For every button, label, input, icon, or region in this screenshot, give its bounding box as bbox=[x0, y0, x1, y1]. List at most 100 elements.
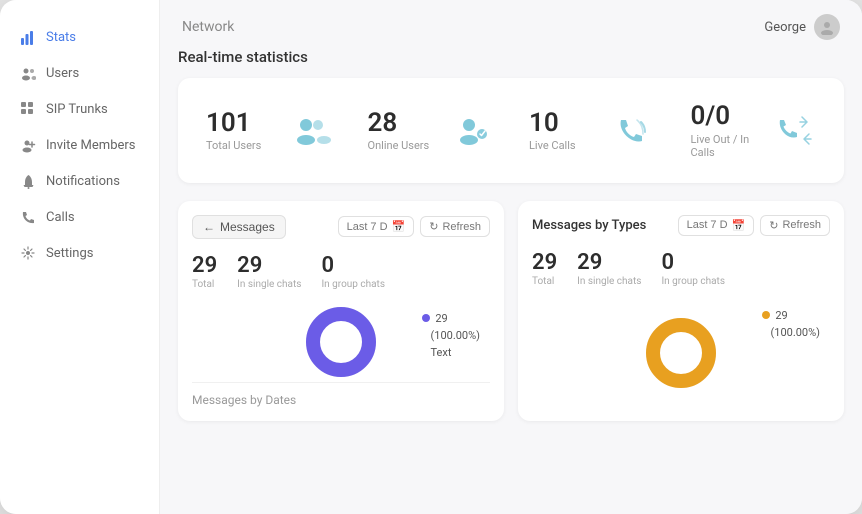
calls-stat-icon bbox=[613, 109, 655, 151]
legend-text-value: 29 bbox=[435, 312, 447, 325]
messages-date-filter[interactable]: Last 7 D 📅 bbox=[338, 216, 415, 237]
types-single-chats-number: 29 bbox=[577, 250, 641, 275]
sidebar-item-calls[interactable]: Calls bbox=[0, 200, 159, 234]
types-legend-dot bbox=[762, 311, 770, 319]
stat-card-live-calls: 10 Live Calls bbox=[517, 94, 667, 167]
online-users-label: Online Users bbox=[368, 139, 430, 152]
calendar-icon: 📅 bbox=[392, 220, 406, 233]
legend-pct-value: (100.00%) bbox=[422, 329, 480, 342]
live-out-in-label: Live Out / In Calls bbox=[691, 133, 775, 159]
online-users-number: 28 bbox=[368, 109, 430, 138]
topbar: Network George bbox=[160, 0, 862, 48]
messages-chart-area: 29 (100.00%) Text bbox=[192, 302, 490, 382]
types-total-number: 29 bbox=[532, 250, 557, 275]
stats-cards-row: 101 Total Users bbox=[178, 78, 844, 183]
messages-chart-legend: 29 (100.00%) Text bbox=[422, 312, 480, 359]
messages-date-label: Last 7 D bbox=[347, 221, 388, 233]
messages-refresh-button[interactable]: ↻ Refresh bbox=[420, 216, 490, 237]
sidebar-item-users[interactable]: Users bbox=[0, 56, 159, 90]
msg-total-number: 29 bbox=[192, 253, 217, 278]
types-legend-dot-row: 29 bbox=[762, 309, 820, 322]
live-calls-label: Live Calls bbox=[529, 139, 576, 152]
messages-panel-footer: Messages by Dates bbox=[192, 382, 490, 407]
user-plus-icon bbox=[20, 137, 36, 153]
types-single-chats-label: In single chats bbox=[577, 276, 641, 287]
types-chart-legend: 29 (100.00%) bbox=[762, 309, 820, 339]
messages-panel-title: Messages bbox=[220, 220, 275, 234]
msg-single-chats: 29 In single chats bbox=[237, 253, 301, 290]
live-calls-number: 10 bbox=[529, 109, 576, 138]
types-total: 29 Total bbox=[532, 250, 557, 287]
sidebar-item-calls-label: Calls bbox=[46, 210, 75, 225]
sidebar-item-notifications[interactable]: Notifications bbox=[0, 164, 159, 198]
sidebar-item-settings-label: Settings bbox=[46, 246, 93, 261]
online-stat-icon bbox=[451, 109, 493, 151]
types-legend-pct-value: (100.00%) bbox=[762, 326, 820, 339]
types-chart-area: 29 (100.00%) bbox=[532, 299, 830, 407]
phone-icon bbox=[20, 209, 36, 225]
msg-single-chats-number: 29 bbox=[237, 253, 301, 278]
types-group-chats-number: 0 bbox=[661, 250, 725, 275]
out-in-stat-icon bbox=[774, 109, 816, 151]
types-single-chats: 29 In single chats bbox=[577, 250, 641, 287]
messages-by-types-panel: Messages by Types Last 7 D 📅 ↻ Refresh bbox=[518, 201, 844, 421]
types-date-filter[interactable]: Last 7 D 📅 bbox=[678, 215, 755, 236]
bell-icon bbox=[20, 173, 36, 189]
types-group-chats-label: In group chats bbox=[661, 276, 725, 287]
types-panel-header: Messages by Types Last 7 D 📅 ↻ Refresh bbox=[532, 215, 830, 236]
types-calendar-icon: 📅 bbox=[732, 219, 746, 232]
sidebar-item-sip-trunks[interactable]: SIP Trunks bbox=[0, 92, 159, 126]
stat-card-total-users: 101 Total Users bbox=[194, 94, 344, 167]
total-users-number: 101 bbox=[206, 109, 261, 138]
types-date-label: Last 7 D bbox=[687, 219, 728, 231]
msg-single-chats-label: In single chats bbox=[237, 279, 301, 290]
section-realtime: Real-time statistics 101 Total Users bbox=[178, 48, 844, 183]
refresh-icon: ↻ bbox=[429, 220, 438, 233]
messages-donut-chart bbox=[301, 302, 381, 382]
messages-panel-controls: Last 7 D 📅 ↻ Refresh bbox=[338, 216, 490, 237]
msg-total: 29 Total bbox=[192, 253, 217, 290]
bar-chart-icon bbox=[20, 29, 36, 45]
user-name: George bbox=[764, 20, 806, 35]
panels-row: ← Messages Last 7 D 📅 ↻ Refresh bbox=[178, 201, 844, 421]
types-refresh-label: Refresh bbox=[782, 219, 821, 231]
types-stats-row: 29 Total 29 In single chats 0 In group c… bbox=[532, 250, 830, 287]
messages-back-button[interactable]: ← Messages bbox=[192, 215, 286, 239]
messages-panel: ← Messages Last 7 D 📅 ↻ Refresh bbox=[178, 201, 504, 421]
types-panel-controls: Last 7 D 📅 ↻ Refresh bbox=[678, 215, 830, 236]
sidebar: Stats Users SIP bbox=[0, 0, 160, 514]
types-panel-title: Messages by Types bbox=[532, 218, 646, 233]
main-content: Network George Real-time statistics bbox=[160, 0, 862, 514]
sidebar-item-settings[interactable]: Settings bbox=[0, 236, 159, 270]
legend-pct: (100.00%) bbox=[422, 329, 480, 342]
stat-card-live-out-in: 0/0 Live Out / In Calls bbox=[679, 94, 829, 167]
legend-label-text: Text bbox=[422, 346, 451, 359]
messages-stats-row: 29 Total 29 In single chats 0 In group c… bbox=[192, 253, 490, 290]
messages-panel-header: ← Messages Last 7 D 📅 ↻ Refresh bbox=[192, 215, 490, 239]
user-menu[interactable]: George bbox=[764, 14, 840, 40]
types-refresh-icon: ↻ bbox=[769, 219, 778, 232]
total-users-label: Total Users bbox=[206, 139, 261, 152]
sidebar-item-invite-members[interactable]: Invite Members bbox=[0, 128, 159, 162]
user-avatar bbox=[814, 14, 840, 40]
types-donut-chart bbox=[641, 313, 721, 393]
types-refresh-button[interactable]: ↻ Refresh bbox=[760, 215, 830, 236]
sidebar-item-users-label: Users bbox=[46, 66, 79, 81]
types-legend-pct: (100.00%) bbox=[762, 326, 820, 339]
legend-text: 29 bbox=[422, 312, 480, 325]
types-group-chats: 0 In group chats bbox=[661, 250, 725, 287]
msg-group-chats: 0 In group chats bbox=[321, 253, 385, 290]
sidebar-item-stats[interactable]: Stats bbox=[0, 20, 159, 54]
users-stat-icon bbox=[290, 109, 332, 151]
msg-total-label: Total bbox=[192, 279, 217, 290]
users-icon bbox=[20, 65, 36, 81]
legend-dot-text bbox=[422, 314, 430, 322]
legend-label: Text bbox=[422, 346, 480, 359]
sidebar-item-invite-members-label: Invite Members bbox=[46, 138, 136, 153]
network-label: Network bbox=[182, 19, 234, 35]
content-area: Real-time statistics 101 Total Users bbox=[160, 48, 862, 514]
msg-group-chats-number: 0 bbox=[321, 253, 385, 278]
back-arrow-icon: ← bbox=[203, 220, 215, 234]
stat-card-online-users: 28 Online Users bbox=[356, 94, 506, 167]
sidebar-item-stats-label: Stats bbox=[46, 30, 76, 45]
